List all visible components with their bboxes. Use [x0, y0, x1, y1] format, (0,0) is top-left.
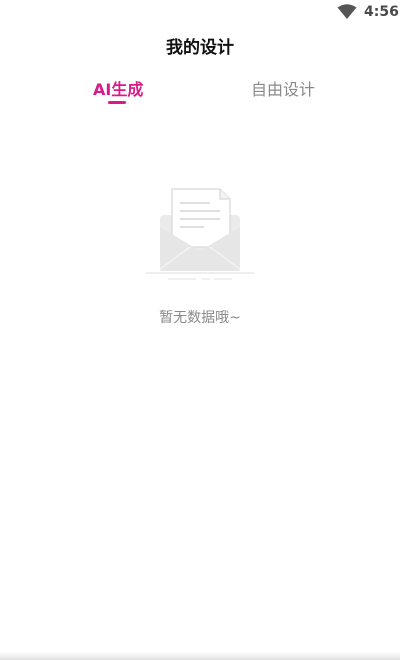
- empty-state-message: 暂无数据哦~: [159, 310, 241, 326]
- tab-free-design[interactable]: 自由设计: [251, 78, 315, 102]
- design-screen: 4:56 我的设计 AI生成 自由设计 暂无数据哦~: [0, 0, 400, 660]
- tab-ai-generate[interactable]: AI生成: [93, 78, 143, 102]
- wifi-icon: [337, 4, 357, 19]
- status-bar: 4:56: [0, 0, 400, 24]
- bottom-edge-shadow: [0, 652, 400, 660]
- empty-envelope-icon: [146, 188, 254, 280]
- active-tab-indicator: [108, 101, 126, 104]
- status-time: 4:56: [364, 4, 399, 20]
- page-title: 我的设计: [166, 38, 234, 58]
